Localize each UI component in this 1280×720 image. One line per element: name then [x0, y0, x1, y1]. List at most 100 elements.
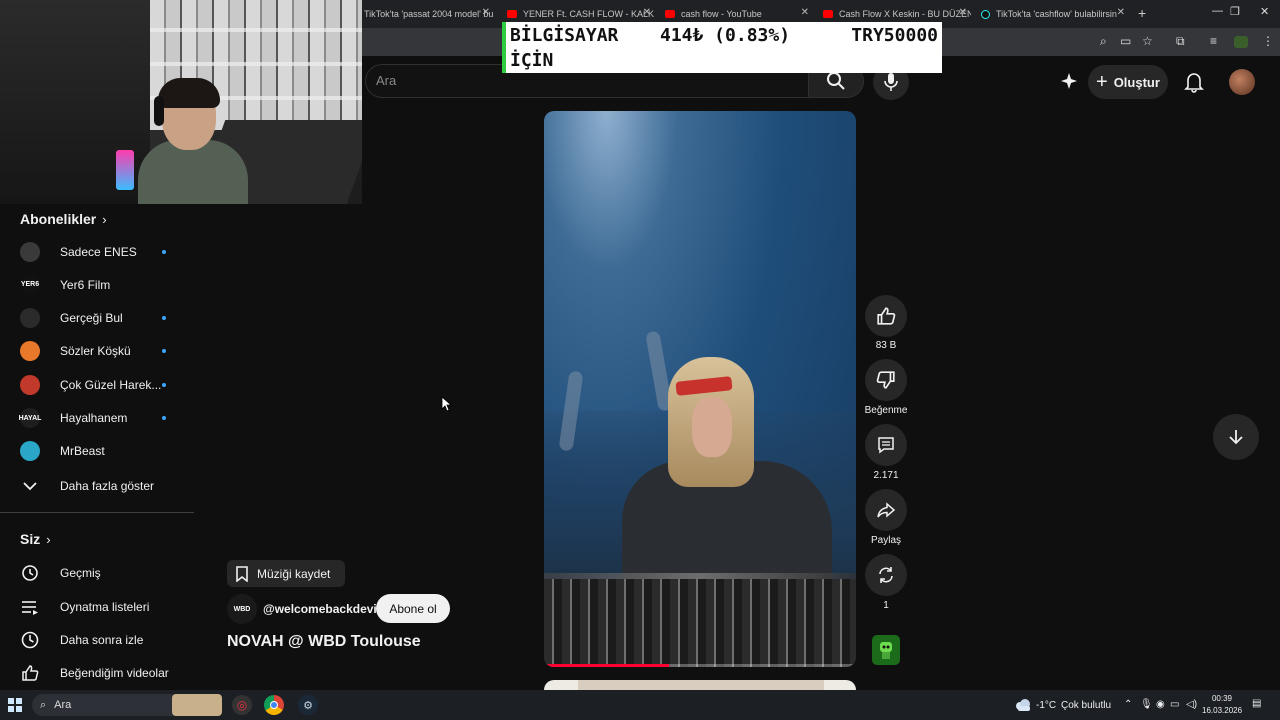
tab-close-icon[interactable]: ✕ — [801, 7, 809, 18]
subscribe-button[interactable]: Abone ol — [376, 594, 450, 623]
new-content-dot — [162, 382, 166, 387]
short-video-player[interactable] — [544, 111, 856, 667]
tab-close-icon[interactable]: ✕ — [959, 7, 967, 18]
save-music-label: Müziği kaydet — [257, 566, 331, 581]
search-placeholder: Ara — [376, 73, 397, 88]
save-music-button[interactable]: Müziği kaydet — [227, 560, 345, 587]
app-icon[interactable]: ◎ — [232, 695, 252, 715]
subscription-name: Sadece ENES — [60, 244, 137, 259]
chevron-right-icon: › — [102, 211, 107, 227]
sound-thumbnail[interactable] — [872, 635, 900, 665]
sidebar-item-history[interactable]: Geçmiş — [0, 556, 194, 589]
thumbs-down-icon — [876, 371, 895, 389]
show-more-button[interactable]: Daha fazla göster — [0, 469, 194, 502]
steam-icon[interactable]: ⚙ — [298, 695, 318, 715]
close-window-icon[interactable]: ✕ — [1260, 5, 1269, 18]
you-header[interactable]: Siz › — [20, 531, 51, 547]
like-button[interactable] — [865, 295, 907, 337]
bookmark-icon — [236, 565, 248, 582]
clock-date: 16.03.2026 — [1202, 706, 1243, 715]
browser-tab[interactable]: TikTok'ta 'passat 2004 model' bulabilirs… — [364, 4, 494, 24]
create-button[interactable]: + Oluştur — [1088, 65, 1168, 99]
webcam-rgb-light — [116, 150, 134, 190]
streamer-hair — [158, 78, 220, 108]
share-button[interactable] — [865, 489, 907, 531]
clock-time: 00:39 — [1211, 694, 1233, 703]
security-icon[interactable]: ◉ — [1156, 699, 1165, 710]
browser-tab[interactable]: YENER Ft. CASH FLOW - KALK ✕ — [507, 4, 655, 24]
tab-close-icon[interactable]: ✕ — [1117, 7, 1125, 18]
comments-button[interactable] — [865, 424, 907, 466]
sidebar-item-subscription[interactable]: YER6 Yer6 Film — [0, 268, 194, 301]
volume-icon[interactable]: ◁) — [1186, 699, 1197, 710]
microphone-icon[interactable]: 🎙︎ — [1140, 699, 1153, 710]
channel-avatar[interactable]: WBD — [227, 594, 257, 624]
sidebar-item-label: Daha sonra izle — [60, 632, 144, 647]
chevron-up-icon[interactable]: ⌃ — [1124, 699, 1132, 710]
show-more-label: Daha fazla göster — [60, 478, 155, 493]
remix-button[interactable] — [865, 554, 907, 596]
sidebar-item-label: Oynatma listeleri — [60, 599, 150, 614]
playlist-icon — [20, 597, 40, 617]
sidebar-item-subscription[interactable]: MrBeast — [0, 435, 194, 468]
video-mixer — [544, 579, 856, 667]
new-tab-icon[interactable]: + — [1138, 5, 1146, 21]
network-icon[interactable]: ▭ — [1170, 699, 1179, 710]
tab-close-icon[interactable]: ✕ — [643, 7, 651, 18]
browser-tab[interactable]: Cash Flow X Keskin - BU DÜZEN ✕ — [823, 4, 971, 24]
create-label: Oluştur — [1113, 74, 1160, 90]
comment-icon — [878, 437, 894, 454]
bookmark-star-icon[interactable]: ☆ — [1142, 34, 1153, 48]
subscription-name: Yer6 Film — [60, 277, 111, 292]
youtube-icon — [665, 10, 675, 18]
notifications-bell-icon[interactable] — [1183, 70, 1205, 94]
sidebar-item-label: Beğendiğim videolar — [60, 665, 169, 680]
sidebar-item-subscription[interactable]: HAYAL Hayalhanem — [0, 402, 194, 435]
sidebar-item-liked-videos[interactable]: Beğendiğim videolar — [0, 656, 194, 689]
taskbar-search-label: Ara — [54, 699, 72, 711]
microphone-icon — [884, 73, 898, 91]
subscriptions-title: Abonelikler — [20, 211, 97, 227]
subscriptions-header[interactable]: Abonelikler › — [20, 211, 107, 227]
browser-tab[interactable]: cash flow - YouTube ✕ — [665, 4, 813, 24]
tab-close-icon[interactable]: ✕ — [482, 7, 490, 18]
menu-icon[interactable]: ⋮ — [1262, 34, 1274, 48]
sidebar-item-playlists[interactable]: Oynatma listeleri — [0, 590, 194, 623]
next-short-button[interactable] — [1213, 414, 1259, 460]
channel-avatar — [20, 441, 40, 462]
sidebar-item-subscription[interactable]: Sadece ENES — [0, 235, 194, 268]
reading-list-icon[interactable]: ≡ — [1210, 34, 1217, 48]
windows-start-icon[interactable] — [8, 698, 22, 712]
remix-icon — [879, 567, 893, 583]
webcam-overlay — [0, 0, 362, 204]
dislike-button[interactable] — [865, 359, 907, 401]
channel-name[interactable]: @welcomebackdevil — [263, 602, 380, 616]
sidebar-item-subscription[interactable]: Çok Güzel Harek... — [0, 368, 194, 401]
account-avatar[interactable] — [1229, 69, 1255, 95]
new-content-dot — [162, 349, 166, 354]
sidebar-item-watch-later[interactable]: Daha sonra izle — [0, 623, 194, 656]
sidebar-item-subscription[interactable]: Gerçeği Bul — [0, 302, 194, 335]
system-clock[interactable]: 00:39 16.03.2026 — [1202, 693, 1242, 717]
chrome-icon[interactable] — [264, 695, 284, 715]
history-icon — [20, 563, 40, 583]
comment-count: 2.171 — [873, 470, 899, 481]
cast-icon[interactable]: ▭ — [1120, 34, 1131, 48]
restore-icon[interactable]: ❐ — [1230, 5, 1240, 18]
youtube-icon — [507, 10, 517, 18]
share-icon — [877, 502, 896, 518]
profile-icon[interactable] — [1234, 36, 1248, 48]
zoom-icon[interactable]: ⌕ — [1100, 34, 1107, 49]
stream-overlay-goal: BİLGİSAYAR İÇİN 414₺ (0.83%) TRY50000 — [502, 22, 942, 73]
browser-tab[interactable]: TikTok'ta 'cashflow' bulabilirsin ✕ — [981, 4, 1129, 24]
channel-avatar — [20, 308, 40, 329]
channel-avatar — [20, 341, 40, 362]
minimize-icon[interactable]: — — [1212, 5, 1223, 17]
sidebar-item-subscription[interactable]: Sözler Köşkü — [0, 335, 194, 368]
extensions-icon[interactable]: ⧉ — [1176, 34, 1185, 49]
sidebar-divider — [0, 512, 194, 513]
studio-sparkle-icon[interactable] — [1058, 70, 1080, 92]
overlay-line-2: İÇİN — [510, 50, 554, 71]
notifications-icon[interactable]: ▤ — [1252, 698, 1261, 709]
overlay-line-1: BİLGİSAYAR — [510, 25, 619, 46]
